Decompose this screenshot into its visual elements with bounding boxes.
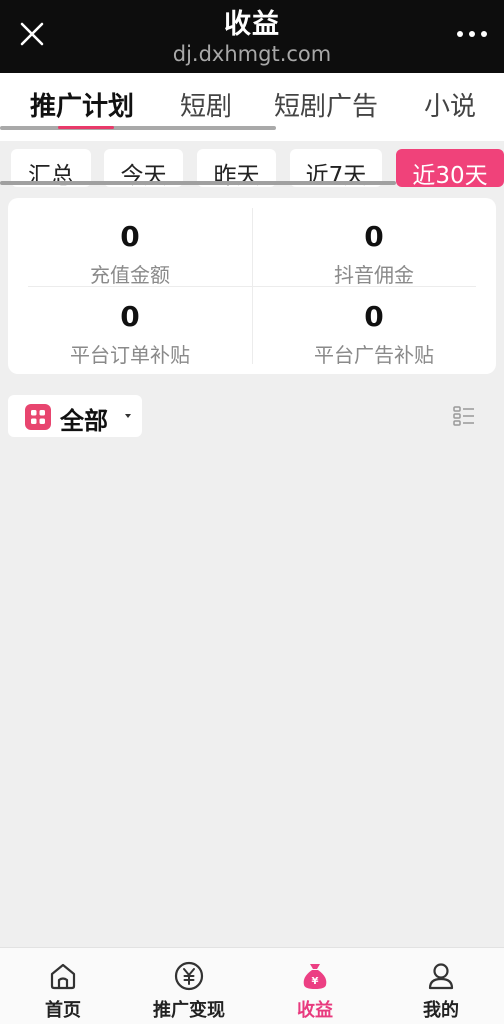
tab-novel[interactable]: 小说 (424, 86, 476, 123)
stat-value: 0 (120, 300, 140, 333)
tab-scroll-indicator (0, 126, 276, 130)
stat-value: 0 (364, 300, 384, 333)
stat-recharge-amount: 0 充值金额 (8, 220, 252, 288)
date-filter-30-days[interactable]: 近30天 (396, 149, 504, 187)
home-icon (50, 963, 76, 990)
tab-promotion-plan[interactable]: 推广计划 (30, 86, 134, 123)
nav-mine[interactable]: 我的 (378, 948, 504, 1024)
caret-down-icon (125, 414, 131, 418)
nav-label: 我的 (423, 1000, 459, 1021)
top-bar: 收益 dj.dxhmgt.com (0, 0, 504, 73)
stat-label: 抖音佣金 (334, 263, 414, 287)
stat-label: 平台订单补贴 (70, 343, 190, 367)
page-url: dj.dxhmgt.com (172, 42, 332, 66)
page-title: 收益 (224, 9, 280, 40)
bottom-nav: 首页 推广变现 ¥ 收益 我的 (0, 947, 504, 1024)
nav-label: 首页 (45, 1000, 81, 1021)
money-bag-icon: ¥ (303, 964, 327, 989)
stat-value: 0 (364, 220, 384, 253)
date-filter-scroll-indicator (0, 181, 396, 185)
svg-text:¥: ¥ (312, 976, 319, 987)
stat-label: 平台广告补贴 (314, 343, 434, 367)
nav-label: 收益 (297, 1000, 333, 1021)
nav-promotion[interactable]: 推广变现 (126, 948, 252, 1024)
stat-label: 充值金额 (90, 263, 170, 287)
tab-short-drama-ads[interactable]: 短剧广告 (274, 86, 378, 123)
stat-platform-ad-subsidy: 0 平台广告补贴 (252, 300, 496, 368)
list-layout-icon[interactable] (453, 405, 475, 427)
active-tab-underline (58, 126, 114, 129)
category-filter-dropdown[interactable]: 全部 (8, 395, 142, 437)
category-tab-bar: 推广计划 短剧 短剧广告 小说 (0, 73, 504, 141)
yuan-coin-icon (174, 961, 204, 991)
stat-value: 0 (120, 220, 140, 253)
nav-label: 推广变现 (153, 1000, 225, 1021)
user-icon (428, 963, 454, 990)
nav-home[interactable]: 首页 (0, 948, 126, 1024)
filter-label: 全部 (60, 407, 108, 435)
nav-earnings[interactable]: ¥ 收益 (252, 948, 378, 1024)
tab-short-drama[interactable]: 短剧 (180, 86, 232, 123)
stat-douyin-commission: 0 抖音佣金 (252, 220, 496, 288)
grid-apps-icon (25, 404, 51, 430)
stat-platform-order-subsidy: 0 平台订单补贴 (8, 300, 252, 368)
earnings-summary-card: 0 充值金额 0 抖音佣金 0 平台订单补贴 0 平台广告补贴 (8, 198, 496, 374)
more-icon[interactable] (454, 24, 490, 44)
